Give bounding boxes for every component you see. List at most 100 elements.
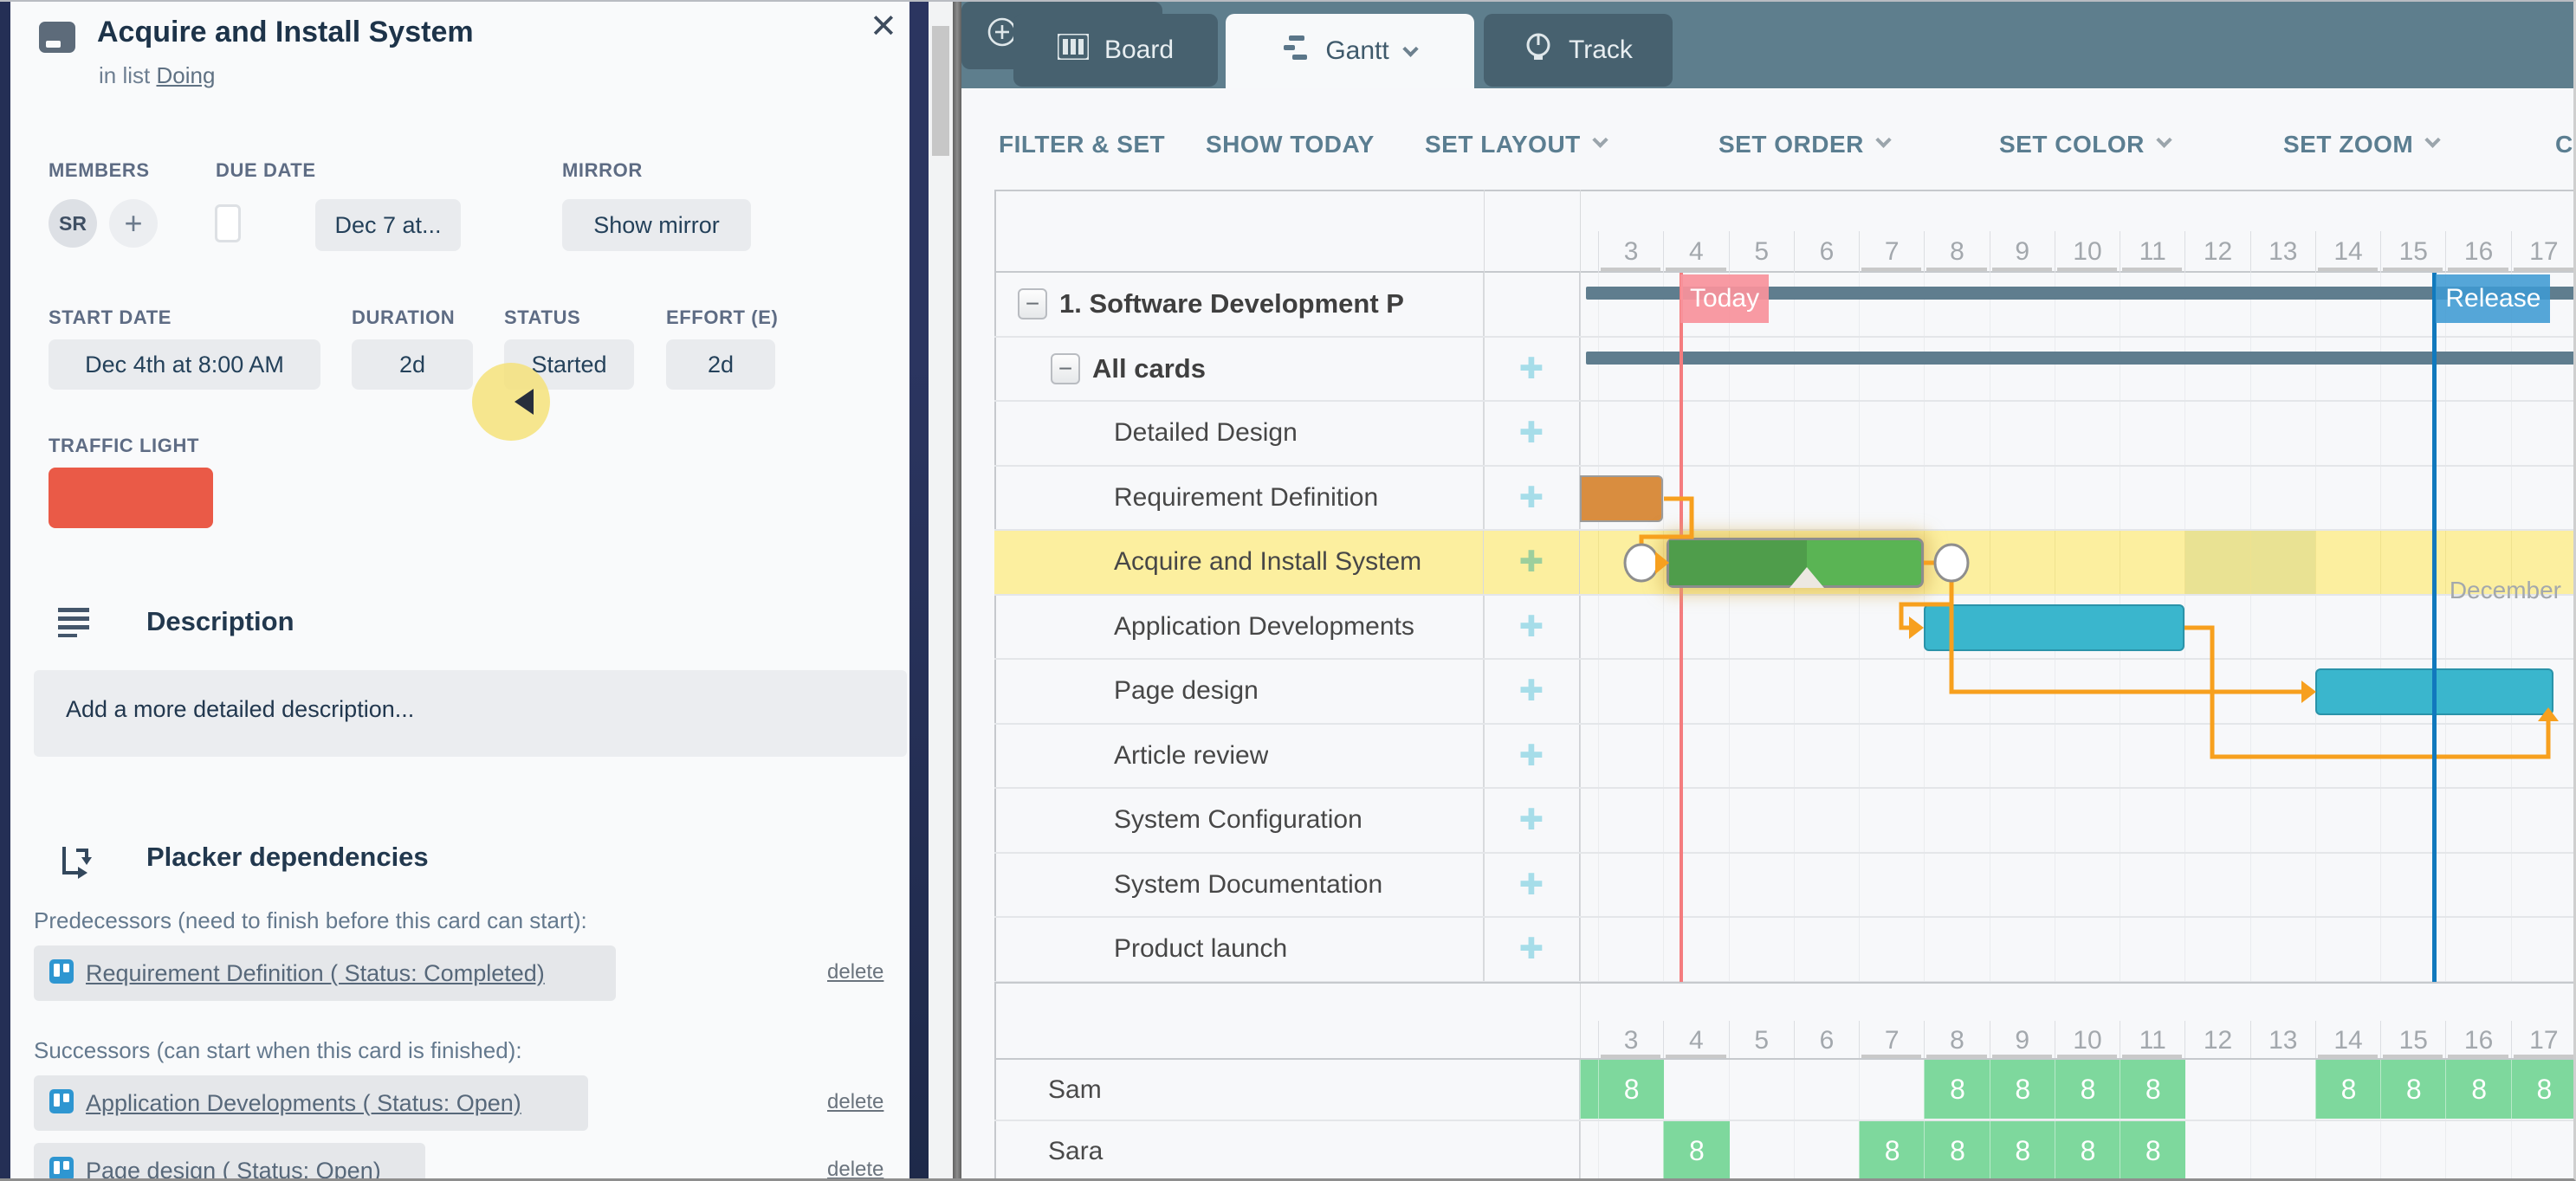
row-plus-cell[interactable]: ✚ <box>1484 402 1580 465</box>
toolbar-set-order[interactable]: SET ORDER <box>1718 126 1937 163</box>
allocation-cell[interactable]: 8 <box>1663 1121 1730 1178</box>
allocation-cell[interactable]: 8 <box>2380 1060 2447 1119</box>
row-name-cell[interactable]: Requirement Definition <box>994 466 1484 529</box>
day-header-cell[interactable]: 13 <box>2249 1021 2315 1060</box>
day-header-cell[interactable]: 15 <box>2380 231 2445 273</box>
add-card-button[interactable]: ✚ <box>1519 352 1544 386</box>
row-name-cell[interactable]: Acquire and Install System <box>994 531 1484 594</box>
allocation-cell[interactable]: 8 <box>2054 1060 2121 1119</box>
task-bar-requirement[interactable] <box>1580 474 1664 522</box>
description-input[interactable]: Add a more detailed description... <box>34 670 907 757</box>
close-icon[interactable]: ✕ <box>870 7 897 46</box>
add-card-button[interactable]: ✚ <box>1519 739 1544 773</box>
dependency-chip[interactable]: Page design ( Status: Open) <box>34 1143 425 1179</box>
task-progress-handle[interactable] <box>1789 567 1824 588</box>
row-name-cell[interactable]: Application Developments <box>994 595 1484 658</box>
allocation-cell[interactable]: 8 <box>2510 1060 2573 1119</box>
allocation-cell[interactable]: 8 <box>1598 1060 1665 1119</box>
dependency-chip[interactable]: Requirement Definition ( Status: Complet… <box>34 945 616 1001</box>
day-header-cell[interactable]: 5 <box>1728 231 1794 273</box>
day-header-cell[interactable]: 11 <box>2120 231 2184 273</box>
toolbar-set-color[interactable]: SET COLOR <box>1999 126 2216 163</box>
row-plus-cell[interactable]: ✚ <box>1484 918 1580 981</box>
row-plus-cell[interactable]: ✚ <box>1484 595 1580 658</box>
row-name-cell[interactable]: Product launch <box>994 918 1484 981</box>
day-header-cell[interactable]: 8 <box>1924 231 1989 273</box>
day-header-cell[interactable]: 3 <box>1598 231 1663 273</box>
delete-link[interactable]: delete <box>827 960 883 984</box>
day-header-cell[interactable]: 9 <box>1989 231 2055 273</box>
avatar[interactable]: SR <box>49 199 97 248</box>
day-header-cell[interactable]: 14 <box>2314 231 2380 273</box>
day-header-cell[interactable]: 6 <box>1793 231 1859 273</box>
toolbar-show-today[interactable]: SHOW TODAY <box>1206 126 1385 163</box>
list-link[interactable]: Doing <box>156 62 215 88</box>
pane-divider[interactable] <box>953 2 961 1178</box>
add-member-button[interactable]: + <box>109 199 158 248</box>
day-header-cell[interactable]: 7 <box>1859 231 1924 273</box>
day-header-cell[interactable]: 13 <box>2249 231 2315 273</box>
day-header-cell[interactable]: 6 <box>1793 1021 1859 1060</box>
collapse-toggle[interactable]: − <box>1051 352 1080 384</box>
row-name-cell[interactable]: Page design <box>994 660 1484 723</box>
row-plus-cell[interactable] <box>1484 273 1580 336</box>
start-date-button[interactable]: Dec 4th at 8:00 AM <box>49 339 320 390</box>
row-plus-cell[interactable]: ✚ <box>1484 466 1580 529</box>
allocation-cell[interactable]: 8 <box>1924 1060 1990 1119</box>
row-plus-cell[interactable]: ✚ <box>1484 853 1580 916</box>
allocation-cell[interactable]: 8 <box>2314 1060 2382 1119</box>
row-name-cell[interactable]: − All cards <box>994 337 1484 400</box>
task-bar-selected[interactable] <box>1667 538 1925 588</box>
add-card-button[interactable]: ✚ <box>1519 545 1544 579</box>
dependency-link[interactable]: Page design ( Status: Open) <box>86 1158 381 1179</box>
row-name-cell[interactable]: Article review <box>994 724 1484 787</box>
allocation-cell[interactable]: 8 <box>2054 1121 2121 1178</box>
add-card-button[interactable]: ✚ <box>1519 674 1544 708</box>
tab-board[interactable]: Board <box>1013 14 1218 87</box>
add-card-button[interactable]: ✚ <box>1519 932 1544 966</box>
row-name-cell[interactable]: Detailed Design <box>994 402 1484 465</box>
day-header-cell[interactable]: 4 <box>1663 231 1728 273</box>
row-name-cell[interactable]: System Documentation <box>994 853 1484 916</box>
add-card-button[interactable]: ✚ <box>1519 803 1544 837</box>
day-header-cell[interactable]: 5 <box>1728 1021 1794 1060</box>
row-plus-cell[interactable]: ✚ <box>1484 724 1580 787</box>
due-date-checkbox[interactable] <box>215 204 241 242</box>
day-header-cell[interactable]: 12 <box>2184 231 2249 273</box>
resource-row[interactable]: Sara 8 8 8 8 8 8 <box>994 1121 2573 1178</box>
dependency-link[interactable]: Application Developments ( Status: Open) <box>86 1090 521 1117</box>
row-plus-cell[interactable]: ✚ <box>1484 337 1580 400</box>
allocation-cell[interactable]: 8 <box>2120 1121 2186 1178</box>
show-mirror-button[interactable]: Show mirror <box>562 199 751 251</box>
page-scrollbar-thumb[interactable] <box>932 26 949 156</box>
allocation-cell[interactable]: 8 <box>1859 1121 1926 1178</box>
allocation-cell[interactable]: 8 <box>1924 1121 1990 1178</box>
row-name-cell[interactable]: −1. Software Development P <box>994 273 1484 336</box>
row-plus-cell[interactable]: ✚ <box>1484 531 1580 594</box>
add-card-button[interactable]: ✚ <box>1519 416 1544 450</box>
allocation-cell[interactable]: 8 <box>2445 1060 2512 1119</box>
day-header-cell[interactable]: 12 <box>2184 1021 2249 1060</box>
due-date-button[interactable]: Dec 7 at... <box>315 199 461 251</box>
allocation-cell[interactable] <box>1580 1060 1598 1119</box>
dependency-link[interactable]: Requirement Definition ( Status: Complet… <box>86 960 545 987</box>
add-card-button[interactable]: ✚ <box>1519 481 1544 515</box>
duration-button[interactable]: 2d <box>352 339 473 390</box>
traffic-light-swatch[interactable] <box>49 468 213 528</box>
delete-link[interactable]: delete <box>827 1090 883 1114</box>
row-name-cell[interactable]: System Configuration <box>994 789 1484 852</box>
delete-link[interactable]: delete <box>827 1158 883 1178</box>
row-plus-cell[interactable]: ✚ <box>1484 789 1580 852</box>
collapse-toggle[interactable]: − <box>1018 288 1047 320</box>
allocation-cell[interactable]: 8 <box>1989 1121 2055 1178</box>
add-card-button[interactable]: ✚ <box>1519 610 1544 644</box>
allocation-cell[interactable]: 8 <box>1989 1060 2055 1119</box>
resource-row[interactable]: Sam 8 8 8 8 8 8 8 8 8 <box>994 1060 2573 1121</box>
toolbar-filter-set[interactable]: FILTER & SET <box>999 126 1170 163</box>
row-plus-cell[interactable]: ✚ <box>1484 660 1580 723</box>
effort-button[interactable]: 2d <box>666 339 775 390</box>
allocation-cell[interactable]: 8 <box>2120 1060 2186 1119</box>
page-scrollbar-track[interactable] <box>929 2 953 1178</box>
day-header-cell[interactable]: 10 <box>2054 231 2120 273</box>
add-card-button[interactable]: ✚ <box>1519 868 1544 902</box>
